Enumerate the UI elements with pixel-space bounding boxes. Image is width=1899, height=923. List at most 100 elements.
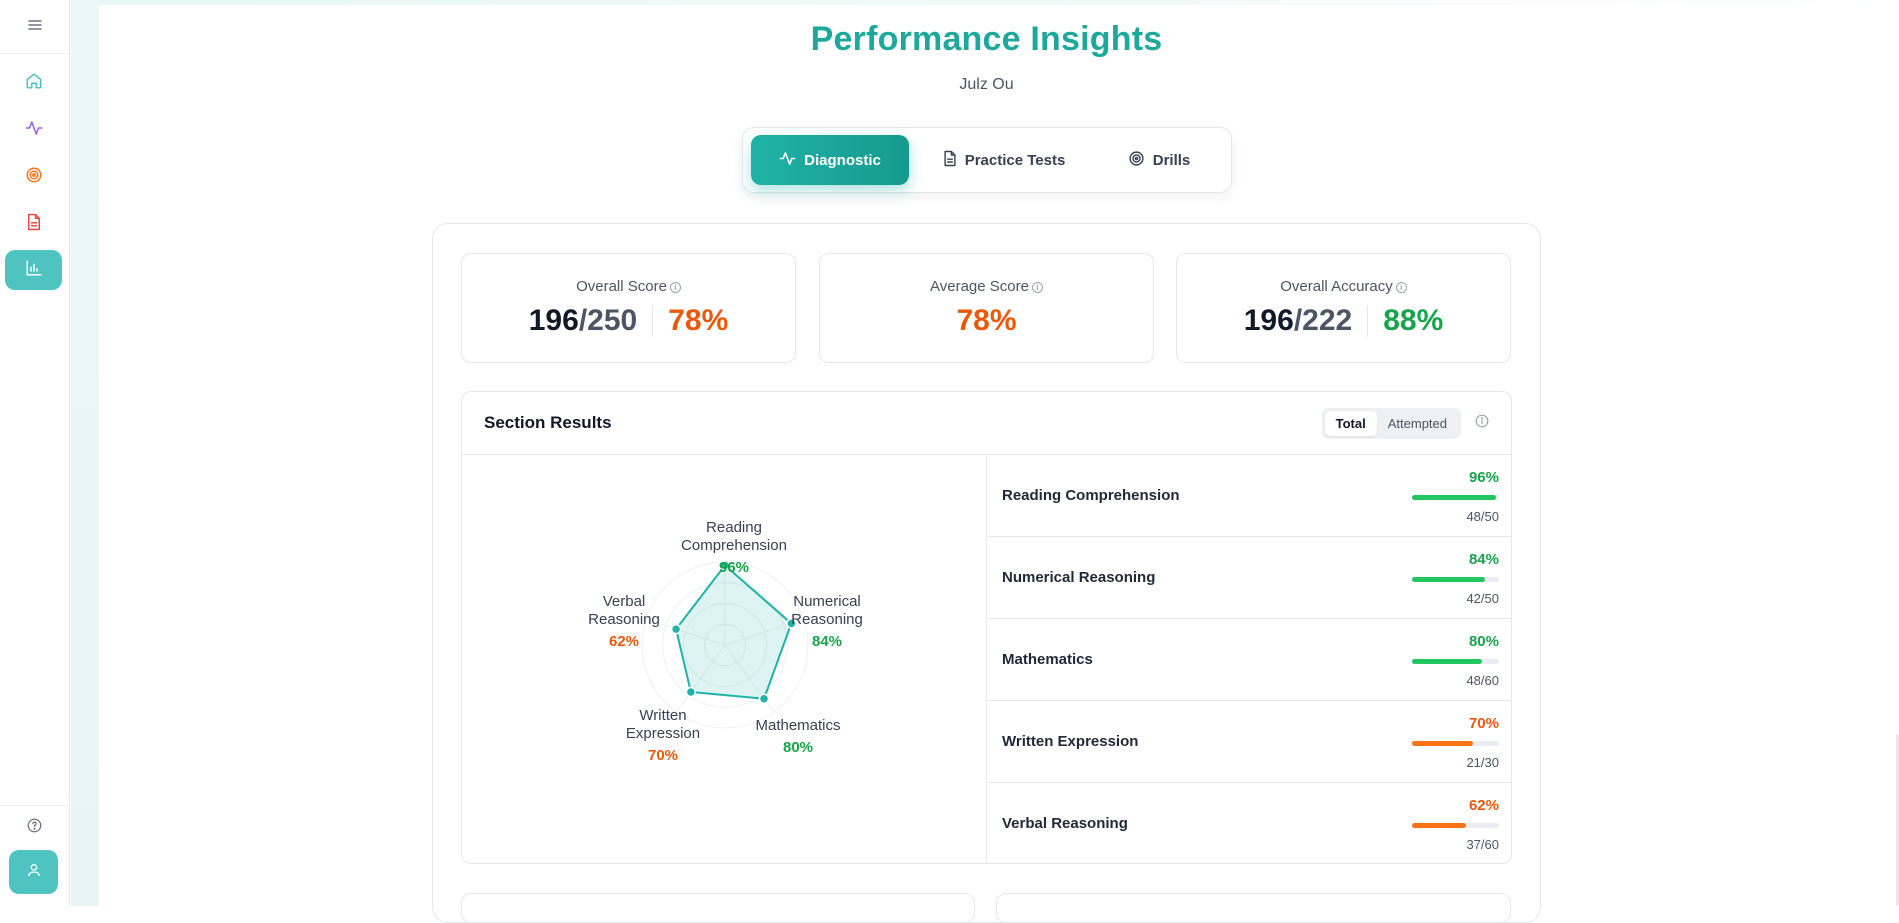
- radar-label-line: Verbal: [602, 593, 646, 610]
- radar-label-percent: 70%: [647, 747, 679, 764]
- tab-label: Drills: [1152, 151, 1191, 169]
- bottom-card-right: [996, 893, 1511, 923]
- info-icon[interactable]: i: [1395, 282, 1407, 293]
- page-title: Performance Insights: [810, 20, 1163, 58]
- info-icon[interactable]: i: [1031, 282, 1043, 293]
- section-row: Written Expression 70% 21/30: [988, 701, 1511, 783]
- sidebar-item-activity[interactable]: [5, 110, 62, 150]
- info-icon[interactable]: [1475, 414, 1489, 433]
- help-icon[interactable]: [27, 818, 42, 838]
- progress-fill: [1412, 577, 1486, 582]
- section-name: Reading Comprehension: [1002, 487, 1180, 504]
- user-icon: [26, 862, 42, 883]
- progress-bar: [1412, 741, 1499, 746]
- tab-practice-tests[interactable]: Practice Tests: [915, 135, 1093, 185]
- average-percent: 78%: [956, 304, 1017, 337]
- toggle-attempted[interactable]: Attempted: [1377, 411, 1458, 436]
- progress-fill: [1412, 741, 1473, 746]
- score-percent: 78%: [668, 304, 729, 337]
- section-percent: 70%: [1468, 715, 1499, 732]
- accuracy-total: /222: [1293, 304, 1353, 337]
- section-fraction: 48/50: [1466, 509, 1499, 524]
- divider: [652, 305, 654, 337]
- radar-polygon: [674, 563, 793, 700]
- section-percent: 80%: [1468, 633, 1499, 650]
- progress-bar: [1412, 823, 1499, 828]
- radar-point: [685, 686, 697, 698]
- section-fraction: 48/60: [1466, 673, 1499, 688]
- radar-label-percent: 80%: [782, 739, 814, 756]
- section-results-list: Reading Comprehension 96% 48/50 Numerical R…: [988, 455, 1511, 863]
- progress-bar: [1412, 659, 1499, 664]
- target-icon: [1128, 150, 1145, 171]
- radar-label-reading: Reading Comprehension 96%: [674, 519, 794, 577]
- section-percent: 62%: [1468, 797, 1499, 814]
- document-icon: [26, 213, 42, 236]
- user-profile-button[interactable]: [9, 850, 58, 894]
- radar-chart-area: Reading Comprehension 96% Numerical Reas…: [462, 455, 987, 863]
- radar-label-line: Comprehension: [681, 537, 787, 554]
- accuracy-percent: 88%: [1383, 304, 1444, 337]
- radar-label-written: Written Expression 70%: [618, 707, 708, 765]
- accuracy-value: 196: [1243, 304, 1294, 337]
- progress-fill: [1412, 659, 1482, 664]
- tab-label: Diagnostic: [804, 151, 881, 169]
- radar-label-mathematics: Mathematics 80%: [748, 717, 848, 757]
- radar-label-line: Mathematics: [755, 717, 841, 734]
- tab-label: Practice Tests: [964, 151, 1066, 169]
- sidebar-gutter: [71, 0, 99, 906]
- section-name: Verbal Reasoning: [1002, 815, 1128, 832]
- radar-chart: [641, 560, 809, 729]
- sidebar-item-drills[interactable]: [5, 157, 62, 197]
- info-icon[interactable]: i: [669, 282, 681, 293]
- bar-chart-icon: [25, 259, 43, 282]
- section-row: Verbal Reasoning 62% 37/60: [988, 783, 1511, 863]
- section-row: Numerical Reasoning 84% 42/50: [988, 537, 1511, 619]
- activity-icon: [25, 119, 43, 142]
- radar-label-line: Numerical: [793, 593, 861, 610]
- toggle-total[interactable]: Total: [1324, 410, 1377, 436]
- card-label: Overall Accuracy: [1280, 278, 1393, 295]
- target-icon: [25, 166, 43, 189]
- progress-bar: [1412, 577, 1499, 582]
- sidebar-divider: [0, 805, 70, 806]
- divider: [1367, 305, 1369, 337]
- radar-label-percent: 84%: [811, 633, 843, 650]
- section-row: Mathematics 80% 48/60: [988, 619, 1511, 701]
- radar-label-line: Reading: [706, 519, 762, 536]
- total-attempted-toggle: Total Attempted: [1321, 407, 1461, 439]
- overall-score-card: Overall Score i 196/250 78%: [461, 253, 796, 363]
- sidebar-item-insights[interactable]: [5, 250, 62, 290]
- average-score-card: Average Score i 78%: [819, 253, 1154, 363]
- progress-fill: [1412, 823, 1466, 828]
- radar-label-line: Written: [639, 707, 687, 724]
- overall-accuracy-card: Overall Accuracy i 196/222 88%: [1176, 253, 1511, 363]
- section-results-header: Section Results Total Attempted: [462, 392, 1511, 455]
- progress-bar: [1412, 495, 1499, 500]
- sidebar: [0, 0, 70, 906]
- sidebar-item-tests[interactable]: [5, 204, 62, 244]
- radar-label-verbal: Verbal Reasoning 62%: [579, 593, 669, 651]
- section-results: Section Results Total Attempted Reading …: [461, 391, 1512, 864]
- radar-point: [758, 693, 770, 704]
- tab-diagnostic[interactable]: Diagnostic: [751, 135, 909, 185]
- section-name: Written Expression: [1002, 733, 1139, 750]
- section-name: Mathematics: [1002, 651, 1093, 668]
- radar-label-line: Reasoning: [588, 611, 660, 628]
- section-title: Section Results: [484, 413, 612, 432]
- section-percent: 96%: [1468, 469, 1499, 486]
- section-row: Reading Comprehension 96% 48/50: [988, 455, 1511, 537]
- section-fraction: 42/50: [1466, 591, 1499, 606]
- radar-point: [670, 623, 682, 635]
- bottom-card-left: [461, 893, 975, 923]
- tab-drills[interactable]: Drills: [1099, 135, 1219, 185]
- section-percent: 84%: [1468, 551, 1499, 568]
- radar-label-line: Reasoning: [791, 611, 863, 628]
- section-name: Numerical Reasoning: [1002, 569, 1156, 586]
- radar-label-numerical: Numerical Reasoning 84%: [782, 593, 872, 651]
- top-fade: [99, 0, 1899, 5]
- score-total: /250: [578, 304, 638, 337]
- section-fraction: 21/30: [1466, 755, 1499, 770]
- card-label: Overall Score: [576, 278, 667, 295]
- student-name: Julz Ou: [959, 76, 1014, 93]
